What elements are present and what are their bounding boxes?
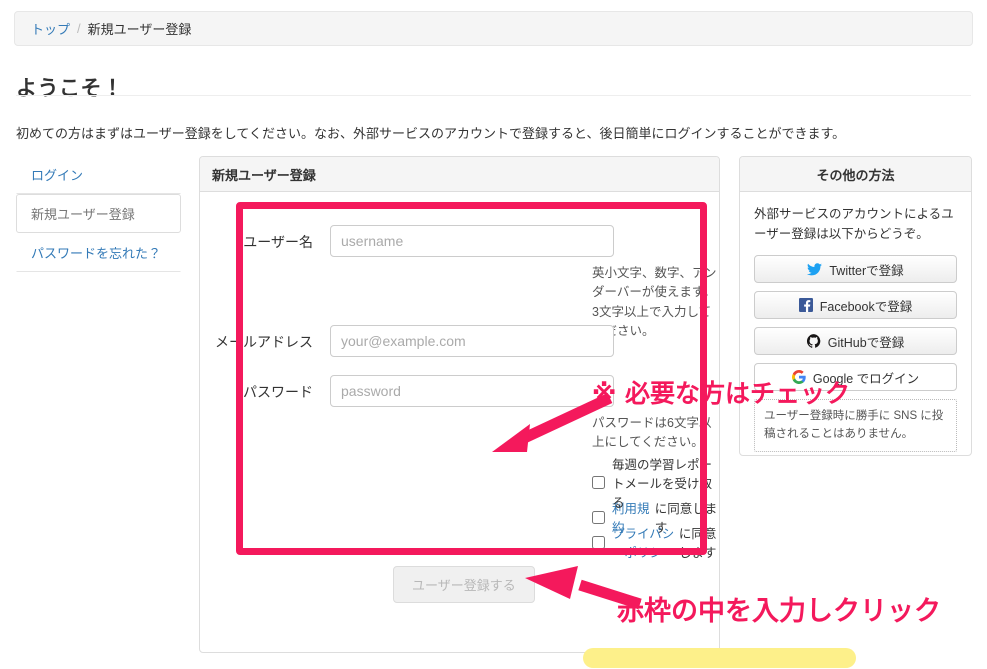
breadcrumb-home-link[interactable]: トップ [31,19,70,38]
other-methods-description: 外部サービスのアカウントによるユーザー登録は以下からどうぞ。 [754,207,954,241]
other-methods-header: その他の方法 [740,157,971,192]
privacy-checkbox-label: に同意します [678,527,717,560]
register-submit-button[interactable]: ユーザー登録する [393,566,535,603]
password-help: パスワードは6文字以上にしてください。 [592,416,712,450]
intro-text: 初めての方はまずはユーザー登録をしてください。なお、外部サービスのアカウントで登… [16,126,846,141]
username-input[interactable] [330,225,614,257]
page-root: トップ / 新規ユーザー登録 ようこそ！ 初めての方はまずはユーザー登録をしてく… [0,0,987,669]
facebook-register-label: Facebookで登録 [819,299,913,314]
other-methods-body: 外部サービスのアカウントによるユーザー登録は以下からどうぞ。 Twitterで登… [740,192,971,466]
breadcrumb-separator: / [77,21,81,36]
other-methods-panel: その他の方法 外部サービスのアカウントによるユーザー登録は以下からどうぞ。 Tw… [739,156,972,456]
breadcrumb: トップ / 新規ユーザー登録 [14,11,973,46]
google-login-button[interactable]: Google でログイン [754,363,957,391]
side-nav: ログイン 新規ユーザー登録 パスワードを忘れた？ [16,155,181,272]
github-register-button[interactable]: GitHubで登録 [754,327,957,355]
newsletter-highlight [583,648,856,668]
username-label: ユーザー名 [243,234,313,250]
password-input[interactable] [330,375,614,407]
newsletter-checkbox[interactable] [592,476,605,489]
sidebar-item-forgot-password[interactable]: パスワードを忘れた？ [16,233,181,272]
privacy-checkbox[interactable] [592,535,605,549]
password-label: パスワード [243,384,313,400]
newsletter-checkbox-label: 毎週の学習レポートメールを受け取る [612,458,713,510]
twitter-register-label: Twitterで登録 [829,263,904,278]
github-icon [806,334,821,348]
facebook-register-button[interactable]: Facebookで登録 [754,291,957,319]
google-login-label: Google でログイン [812,371,920,386]
registration-panel-header: 新規ユーザー登録 [200,157,719,192]
facebook-icon [798,298,813,312]
email-row: メールアドレス [200,325,614,357]
sns-privacy-note: ユーザー登録時に勝手に SNS に投稿されることはありません。 [754,399,957,452]
password-row: パスワード [200,375,614,407]
privacy-policy-link[interactable]: プライバシーポリシー [612,523,679,561]
title-divider [16,95,971,96]
twitter-icon [807,262,823,275]
google-icon [791,370,806,384]
email-input[interactable] [330,325,614,357]
newsletter-checkbox-row[interactable]: 毎週の学習レポートメールを受け取る [592,454,719,511]
email-label: メールアドレス [215,334,313,350]
twitter-register-button[interactable]: Twitterで登録 [754,255,957,283]
terms-checkbox[interactable] [592,510,605,524]
privacy-checkbox-row[interactable]: プライバシーポリシー に同意します [592,523,719,561]
sidebar-item-login[interactable]: ログイン [16,155,181,194]
sidebar-item-register[interactable]: 新規ユーザー登録 [16,194,181,233]
breadcrumb-current: 新規ユーザー登録 [87,22,192,37]
github-register-label: GitHubで登録 [827,335,905,350]
page-title: ようこそ！ [16,77,124,101]
username-row: ユーザー名 [200,225,614,257]
